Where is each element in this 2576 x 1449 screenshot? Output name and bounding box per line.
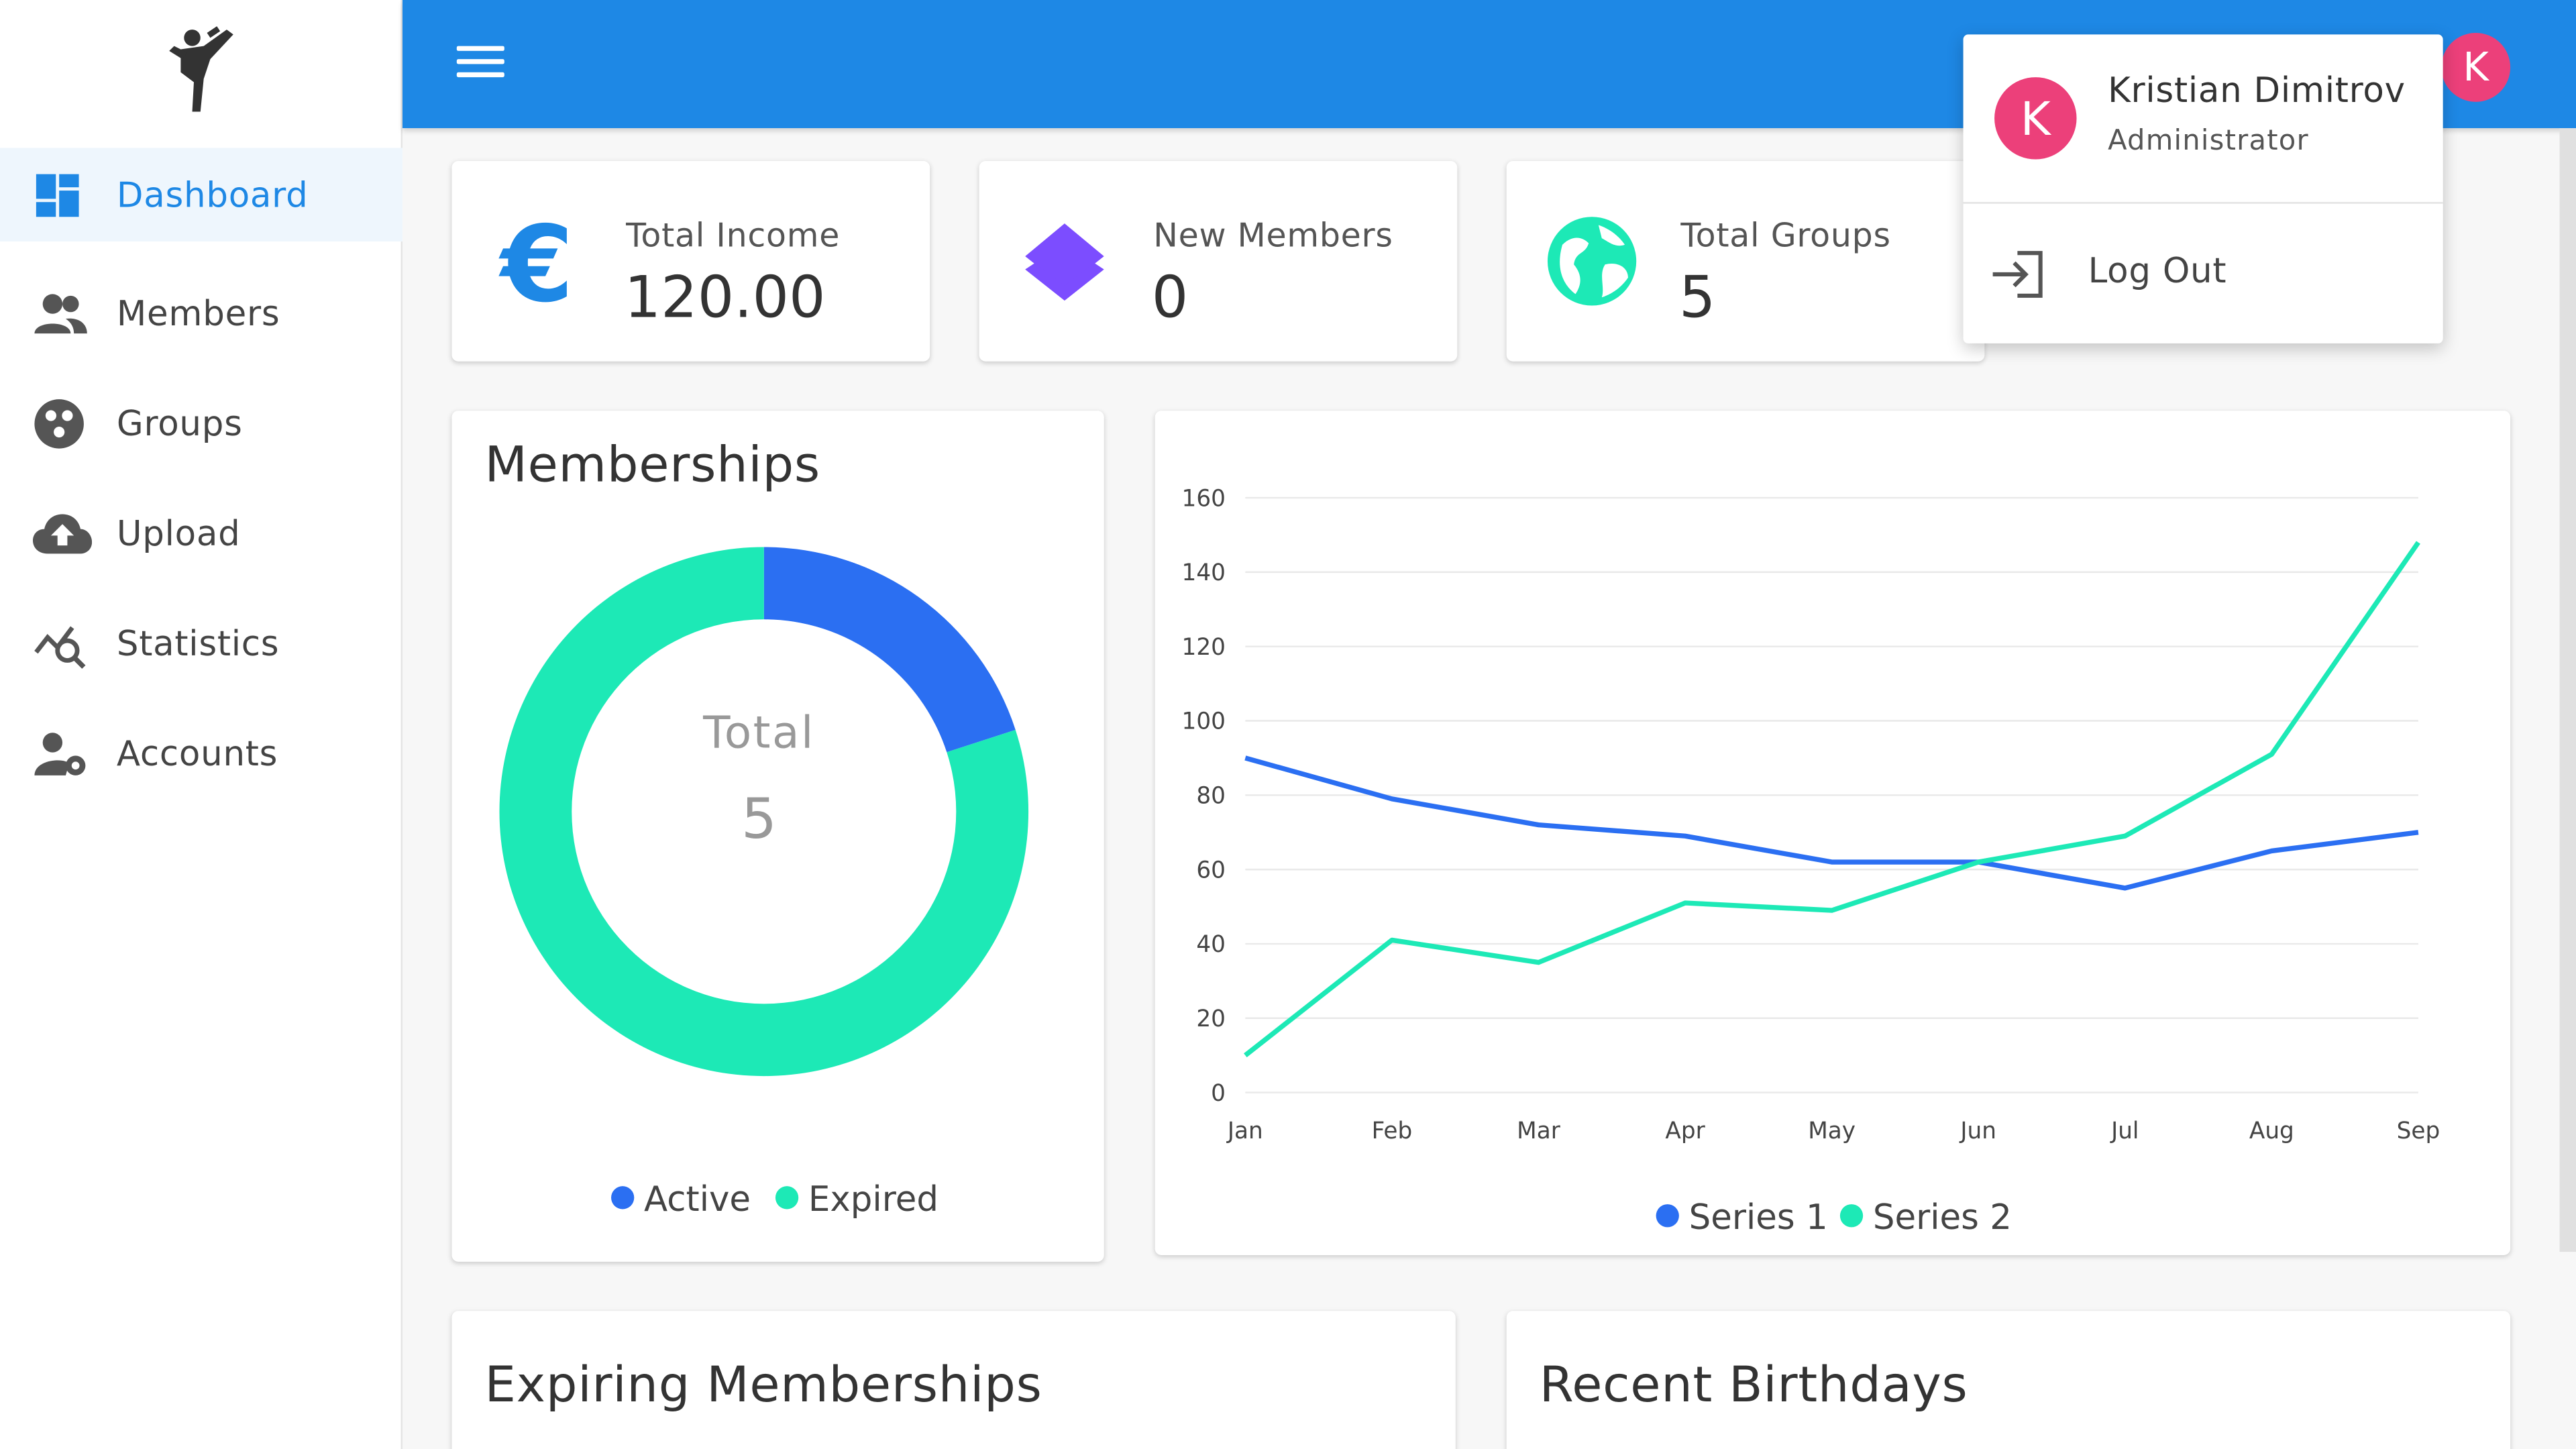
sidebar-item-upload[interactable]: Upload	[0, 478, 402, 588]
line-chart: 0 20 40 60 80 100 120 140 160 Jan Feb Mar Apr May Jun…	[1182, 485, 2440, 1238]
sidebar-item-label: Upload	[116, 513, 241, 553]
sidebar-item-label: Groups	[116, 403, 243, 443]
logout-icon	[1992, 251, 2043, 298]
legend-label[interactable]: Series 1	[1689, 1197, 1828, 1238]
stat-label: Total Income	[626, 215, 841, 255]
logout-menu-item[interactable]: Log Out	[1964, 205, 2443, 343]
x-tick-label: Apr	[1665, 1118, 1705, 1144]
x-tick-label: Jan	[1226, 1118, 1263, 1144]
legend-label[interactable]: Expired	[808, 1179, 938, 1220]
legend-marker	[775, 1186, 799, 1210]
cloud-upload-icon	[32, 508, 93, 557]
scrollbar[interactable]	[2559, 128, 2576, 1252]
stat-label: New Members	[1153, 215, 1393, 255]
expiring-memberships-title: Expiring Memberships	[484, 1356, 1042, 1415]
legend-marker	[1656, 1204, 1679, 1228]
layers-icon	[1025, 223, 1104, 301]
stat-value: 5	[1678, 266, 1716, 332]
y-tick-label: 100	[1182, 708, 1226, 735]
menu-icon[interactable]	[456, 46, 504, 83]
y-tick-label: 140	[1182, 559, 1226, 586]
donut-center-label: Total	[702, 706, 815, 758]
sidebar-item-groups[interactable]: Groups	[0, 368, 402, 478]
recent-birthdays-card: Recent Birthdays	[1506, 1311, 2511, 1449]
line-chart-card: 0 20 40 60 80 100 120 140 160 Jan Feb Mar Apr May Jun…	[1155, 411, 2511, 1256]
y-tick-label: 160	[1182, 485, 1226, 512]
sidebar-item-label: Accounts	[116, 733, 278, 773]
legend-marker	[611, 1186, 635, 1210]
sidebar-item-label: Statistics	[116, 623, 280, 663]
globe-icon	[1547, 217, 1637, 306]
legend-label[interactable]: Series 2	[1873, 1197, 2012, 1238]
x-tick-label: Sep	[2397, 1118, 2440, 1144]
statistics-icon	[33, 619, 92, 668]
y-tick-label: 120	[1182, 634, 1226, 661]
x-tick-label: Aug	[2249, 1118, 2294, 1144]
sidebar-item-statistics[interactable]: Statistics	[0, 588, 402, 698]
legend-label[interactable]: Active	[644, 1179, 751, 1220]
sidebar-item-accounts[interactable]: Accounts	[0, 698, 402, 808]
user-role: Administrator	[2108, 125, 2309, 158]
x-tick-label: May	[1808, 1118, 1856, 1144]
expiring-memberships-card: Expiring Memberships	[451, 1311, 1456, 1449]
user-menu-dropdown: K Kristian Dimitrov Administrator Log Ou…	[1963, 34, 2443, 343]
recent-birthdays-title: Recent Birthdays	[1539, 1356, 1968, 1415]
people-icon	[33, 288, 92, 337]
series-line-1[interactable]	[1244, 755, 2419, 891]
x-tick-label: Jun	[1959, 1118, 1996, 1144]
sidebar: Dashboard Members Groups Upload Statisti…	[0, 0, 403, 1449]
stat-card-total-income: € Total Income 120.00	[451, 161, 930, 362]
x-tick-label: Feb	[1372, 1118, 1413, 1144]
menu-divider	[1963, 202, 2443, 204]
stat-value: 120.00	[624, 266, 826, 332]
karate-logo-icon[interactable]	[164, 23, 240, 115]
memberships-card: Memberships Total 5 Active Expired	[451, 411, 1104, 1262]
svg-text:€: €	[498, 215, 574, 314]
accounts-icon	[33, 729, 92, 777]
sidebar-item-dashboard[interactable]: Dashboard	[0, 148, 403, 242]
stat-value: 0	[1151, 266, 1189, 332]
groups-icon	[33, 398, 92, 448]
stat-card-new-members: New Members 0	[979, 161, 1458, 362]
y-tick-label: 40	[1196, 931, 1226, 958]
stat-label: Total Groups	[1680, 215, 1891, 255]
user-name: Kristian Dimitrov	[2108, 70, 2406, 111]
y-tick-label: 60	[1196, 857, 1226, 883]
y-tick-label: 0	[1211, 1080, 1226, 1107]
memberships-donut-chart: Total 5 Active Expired	[499, 547, 1029, 1220]
y-tick-label: 20	[1196, 1006, 1226, 1032]
sidebar-item-members[interactable]: Members	[0, 258, 402, 368]
x-tick-label: Jul	[2110, 1118, 2139, 1144]
stat-card-total-groups: Total Groups 5	[1506, 161, 1985, 362]
sidebar-item-label: Members	[116, 293, 280, 333]
user-avatar[interactable]: K	[2441, 32, 2511, 102]
user-menu-avatar: K	[1994, 77, 2077, 160]
euro-icon: €	[498, 215, 574, 314]
donut-center-value: 5	[741, 786, 777, 851]
y-tick-label: 80	[1196, 783, 1226, 810]
sidebar-nav: Dashboard Members Groups Upload Statisti…	[0, 148, 403, 808]
x-tick-label: Mar	[1517, 1118, 1561, 1144]
sidebar-item-label: Dashboard	[116, 174, 309, 215]
dashboard-icon	[33, 170, 92, 219]
series-line-2[interactable]	[1244, 541, 2420, 1058]
logout-label: Log Out	[2088, 251, 2227, 291]
legend-marker	[1839, 1204, 1864, 1228]
